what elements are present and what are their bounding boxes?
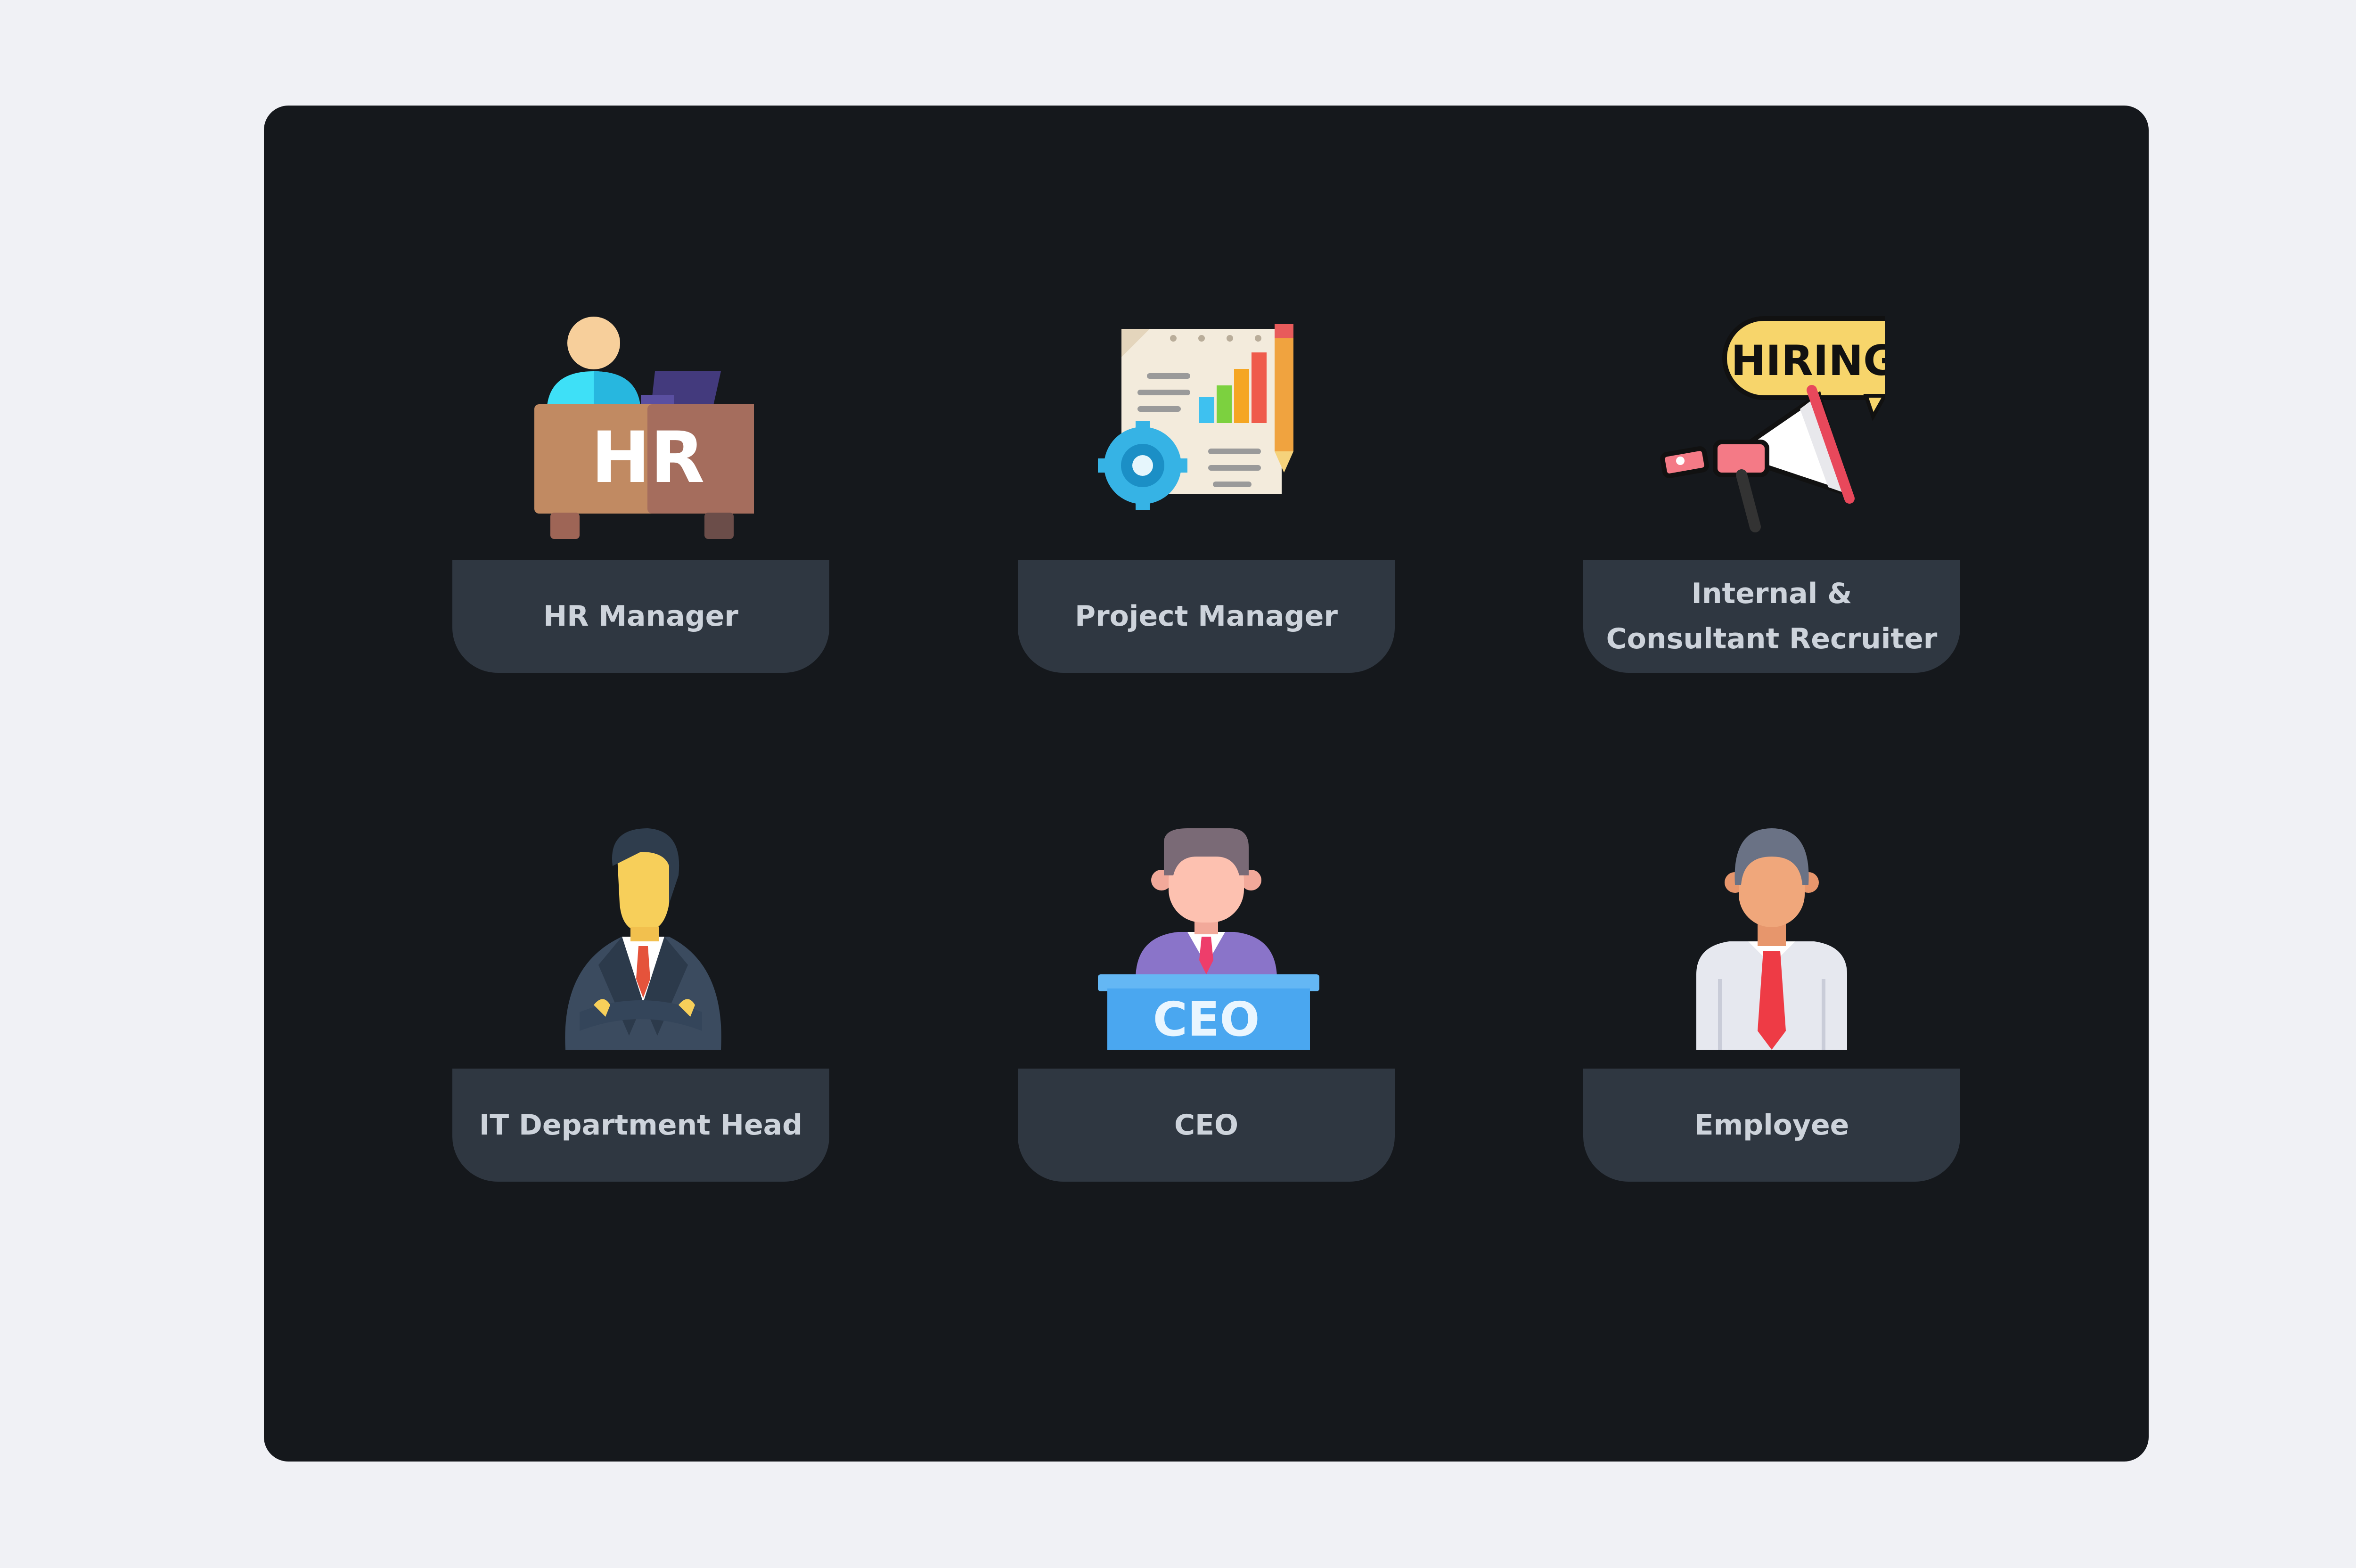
role-label: Employee bbox=[1583, 1069, 1960, 1182]
employee-icon bbox=[1659, 824, 1885, 1050]
role-label: Project Manager bbox=[1018, 560, 1395, 673]
hr-icon-text: HR bbox=[591, 417, 704, 499]
hiring-icon-text: HIRING! bbox=[1731, 336, 1885, 385]
role-label: IT Department Head bbox=[452, 1069, 829, 1182]
role-card-recruiter[interactable]: HIRING! Internal & Consultant Recruiter bbox=[1583, 315, 1960, 673]
role-card-project-manager[interactable]: Project Manager bbox=[1018, 315, 1395, 673]
role-card-it-department-head[interactable]: IT Department Head bbox=[452, 824, 829, 1182]
role-selection-panel: HR HR Manager Project Manager HIRING Int… bbox=[264, 106, 2149, 1462]
hr-desk-icon: HR bbox=[528, 315, 754, 541]
role-label: CEO bbox=[1018, 1069, 1395, 1182]
hiring-megaphone-icon: HIRING! bbox=[1659, 315, 1885, 541]
role-label: HR Manager bbox=[452, 560, 829, 673]
role-card-ceo[interactable]: CEO CEO bbox=[1018, 824, 1395, 1182]
role-label: Internal & Consultant Recruiter bbox=[1583, 560, 1960, 673]
ceo-icon-text: CEO bbox=[1153, 992, 1260, 1047]
ceo-podium-icon: CEO bbox=[1093, 824, 1319, 1050]
role-card-hr-manager[interactable]: HR HR Manager bbox=[452, 315, 829, 673]
businessman-icon bbox=[528, 824, 754, 1050]
project-report-icon bbox=[1093, 315, 1319, 541]
role-card-employee[interactable]: Employee bbox=[1583, 824, 1960, 1182]
